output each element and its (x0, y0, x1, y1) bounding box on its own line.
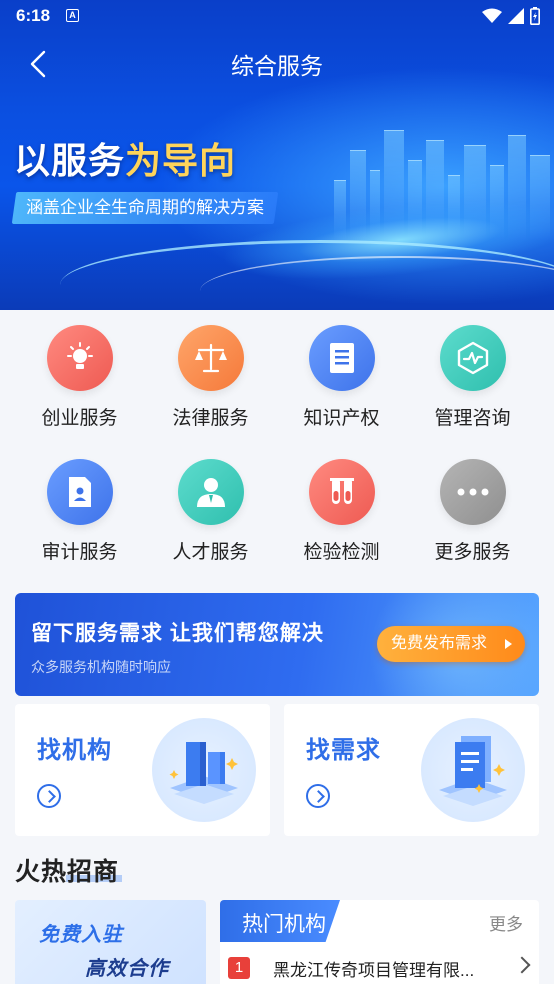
notification-a-icon: A (66, 9, 79, 22)
hero-headline: 以服务为导向 (14, 132, 236, 184)
document-illustration-icon (421, 718, 525, 822)
buildings-illustration-icon (152, 718, 256, 822)
demand-subtitle: 众多服务机构随时响应 (31, 659, 171, 675)
wifi-icon (482, 8, 502, 23)
demand-title: 留下服务需求 让我们帮您解决 (31, 622, 324, 645)
book-icon (308, 325, 375, 391)
publish-demand-label: 免费发布需求 (391, 635, 488, 652)
rank-badge: 1 (228, 957, 250, 979)
find-demand-title: 找需求 (306, 737, 381, 764)
list-item[interactable]: 1 黑龙江传奇项目管理有限... (228, 956, 531, 980)
chevron-right-icon (513, 956, 531, 974)
arrow-circle-icon[interactable] (306, 784, 330, 808)
service-item-audit[interactable]: 审计服务 (14, 459, 145, 564)
service-item-legal[interactable]: 法律服务 (145, 325, 276, 430)
promo-line1: 免费入驻 (39, 924, 123, 946)
hot-agencies-panel: 热门机构 更多 1 黑龙江传奇项目管理有限... (220, 900, 539, 984)
service-label: 审计服务 (41, 542, 118, 563)
hot-tab-label: 热门机构 (242, 913, 326, 936)
hero-banner: 6:18 A 综合服务 以服务为导向 涵盖企业全生命周期的解决方案 (0, 0, 554, 310)
test-tubes-icon (308, 459, 375, 525)
find-agency-title: 找机构 (37, 737, 112, 764)
find-agency-card[interactable]: 找机构 (15, 704, 270, 836)
service-label: 更多服务 (434, 542, 511, 563)
battery-icon (530, 7, 540, 25)
lightbulb-icon (46, 325, 113, 391)
service-label: 创业服务 (41, 408, 118, 429)
hero-headline-white: 以服务 (14, 140, 126, 181)
more-dots-icon (439, 459, 506, 525)
promo-line2: 高效合作 (85, 958, 169, 980)
service-label: 知识产权 (303, 408, 380, 429)
status-bar: 6:18 A (0, 0, 554, 32)
hero-headline-gold: 为导向 (125, 140, 237, 181)
arrow-circle-icon[interactable] (37, 784, 61, 808)
promo-card[interactable]: 免费入驻 高效合作 (15, 900, 206, 984)
scales-icon (177, 325, 244, 391)
service-item-talent[interactable]: 人才服务 (145, 459, 276, 564)
chart-shield-icon (439, 325, 506, 391)
status-time: 6:18 (16, 6, 51, 25)
agency-name: 黑龙江传奇项目管理有限... (273, 961, 475, 980)
service-label: 人才服务 (172, 542, 249, 563)
page-title: 综合服务 (231, 53, 323, 79)
hero-subline: 涵盖企业全生命周期的解决方案 (11, 192, 279, 224)
service-grid: 创业服务 法律服务 知识产权 管理咨询 审计服务 人才服务 检验检测 更多服务 (0, 310, 554, 582)
service-label: 检验检测 (303, 542, 380, 563)
service-label: 管理咨询 (434, 408, 511, 429)
section-title: 火热招商 (15, 858, 120, 886)
service-item-startup[interactable]: 创业服务 (14, 325, 145, 430)
service-label: 法律服务 (172, 408, 249, 429)
more-link[interactable]: 更多 (489, 910, 523, 935)
hero-subline-text: 涵盖企业全生命周期的解决方案 (26, 198, 264, 217)
demand-banner[interactable]: 留下服务需求 让我们帮您解决 众多服务机构随时响应 免费发布需求 (15, 593, 539, 696)
service-item-consulting[interactable]: 管理咨询 (407, 325, 538, 430)
service-item-more[interactable]: 更多服务 (407, 459, 538, 564)
find-demand-card[interactable]: 找需求 (284, 704, 539, 836)
signal-icon (508, 8, 524, 24)
service-item-ip[interactable]: 知识产权 (276, 325, 407, 430)
document-icon (46, 459, 113, 525)
publish-demand-button[interactable]: 免费发布需求 (377, 626, 525, 662)
person-icon (177, 459, 244, 525)
service-item-testing[interactable]: 检验检测 (276, 459, 407, 564)
play-arrow-icon (505, 639, 512, 649)
